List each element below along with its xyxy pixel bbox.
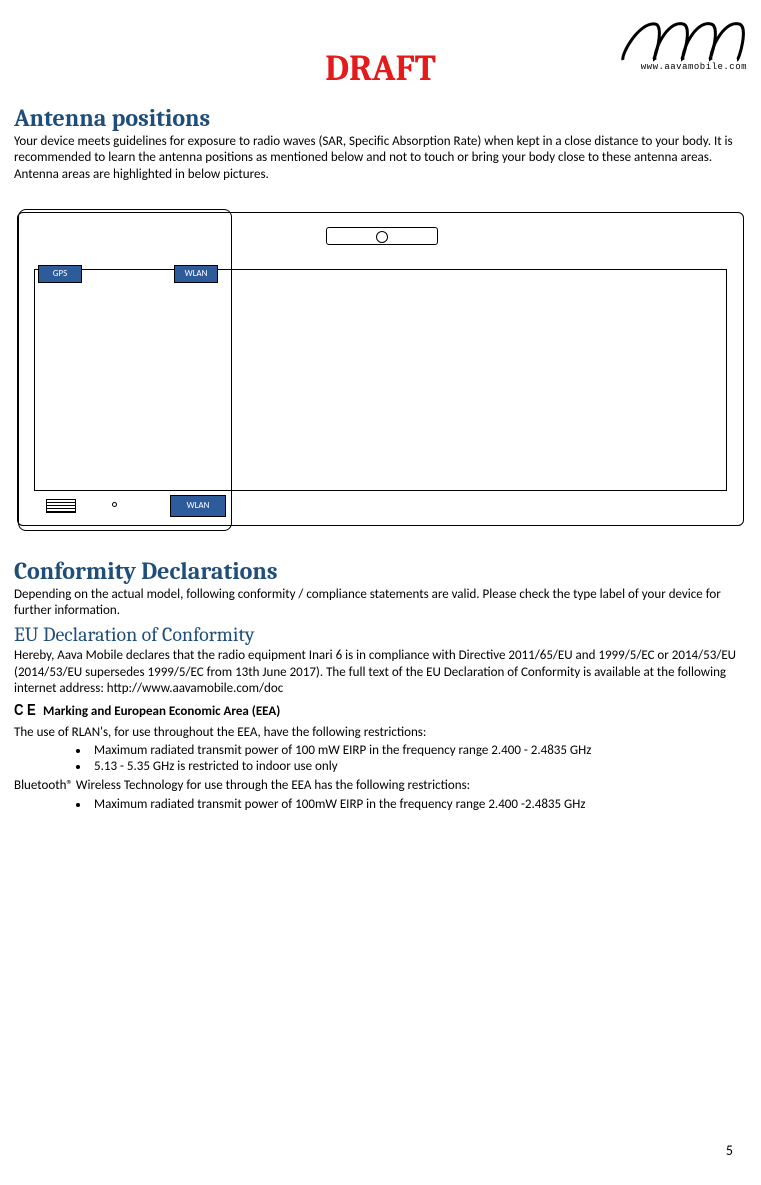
heading-eu-declaration: EU Declaration of Conformity [14, 623, 747, 646]
phone-screen-rect [34, 269, 727, 491]
rlan-intro: The use of RLAN's, for use throughout th… [14, 725, 747, 741]
page-5: DRAFT www.aavamobile.com Antenna positio… [0, 0, 761, 1185]
page-number: 5 [726, 1142, 733, 1159]
eu-declaration-body: Hereby, Aava Mobile declares that the ra… [14, 648, 747, 697]
phone-camera-icon [376, 231, 388, 243]
phone-mic-icon [112, 502, 117, 507]
list-item: 5.13 - 5.35 GHz is restricted to indoor … [90, 759, 747, 774]
heading-conformity-declarations: Conformity Declarations [14, 557, 747, 585]
brand-logo: www.aavamobile.com [617, 18, 747, 78]
callout-gps: GPS [38, 265, 82, 283]
antenna-diagram: GPS WLAN WLAN [14, 209, 747, 529]
bluetooth-restriction-list: Maximum radiated transmit power of 100mW… [14, 797, 747, 812]
ce-marking-title: Marking and European Economic Area (EEA) [43, 704, 280, 719]
callout-wlan-bottom: WLAN [170, 495, 226, 517]
bluetooth-intro: Bluetooth® Wireless Technology for use t… [14, 778, 747, 794]
callout-wlan-top: WLAN [174, 265, 218, 283]
page-header: DRAFT www.aavamobile.com [14, 0, 747, 100]
list-item: Maximum radiated transmit power of 100 m… [90, 743, 747, 758]
antenna-body-text: Your device meets guidelines for exposur… [14, 134, 747, 183]
heading-antenna-positions: Antenna positions [14, 104, 747, 132]
aavamobile-logo-icon [621, 18, 747, 62]
phone-home-button-icon [46, 499, 76, 513]
logo-url-text: www.aavamobile.com [617, 62, 747, 72]
list-item: Maximum radiated transmit power of 100mW… [90, 797, 747, 812]
rlan-restriction-list: Maximum radiated transmit power of 100 m… [14, 743, 747, 774]
ce-mark-icon: C E [14, 701, 37, 721]
conformity-intro: Depending on the actual model, following… [14, 587, 747, 620]
ce-marking-row: C E Marking and European Economic Area (… [14, 701, 747, 721]
